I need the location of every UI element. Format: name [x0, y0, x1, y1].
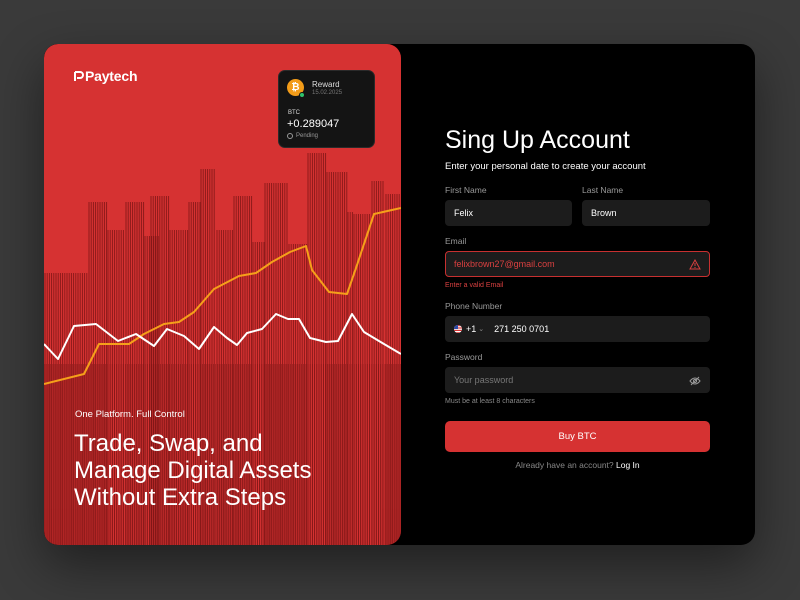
hero-headline-line: Manage Digital Assets — [74, 457, 312, 484]
hero-headline-line: Without Extra Steps — [74, 484, 287, 511]
email-error: Enter a valid Email — [445, 282, 504, 289]
signup-card: Paytech ₿ Reward 15.02.2025 BTC +0.28904… — [44, 44, 755, 545]
email-field[interactable]: felixbrown27@gmail.com — [445, 251, 710, 277]
brand-name: Paytech — [85, 68, 138, 84]
first-name-field[interactable]: Felix — [445, 200, 572, 226]
last-name-value: Brown — [591, 208, 617, 218]
reward-status-label: Pending — [296, 133, 319, 139]
last-name-field[interactable]: Brown — [582, 200, 710, 226]
us-flag-icon[interactable] — [454, 325, 462, 333]
password-placeholder: Your password — [454, 375, 514, 385]
reward-card: ₿ Reward 15.02.2025 BTC +0.289047 Pendin… — [278, 70, 375, 148]
phone-label: Phone Number — [445, 301, 503, 311]
reward-amount: +0.289047 — [287, 118, 340, 130]
hero-headline: Trade, Swap, and Manage Digital Assets W… — [74, 430, 394, 511]
clock-icon — [287, 133, 293, 139]
reward-date: 15.02.2025 — [312, 90, 343, 96]
email-value: felixbrown27@gmail.com — [454, 259, 555, 269]
country-code[interactable]: +1 — [466, 324, 476, 334]
phone-field[interactable]: +1 ⌄ 271 250 0701 — [445, 316, 710, 342]
eye-off-icon[interactable] — [689, 376, 701, 386]
logo-mark-icon — [74, 71, 84, 81]
reward-asset: BTC — [288, 110, 300, 116]
hero-panel: Paytech ₿ Reward 15.02.2025 BTC +0.28904… — [44, 44, 401, 545]
warning-icon — [689, 259, 701, 270]
brand-logo: Paytech — [74, 68, 137, 84]
last-name-label: Last Name — [582, 185, 624, 195]
form-subtitle: Enter your personal date to create your … — [445, 161, 646, 172]
chevron-down-icon[interactable]: ⌄ — [478, 325, 484, 333]
phone-value: 271 250 0701 — [494, 324, 550, 334]
hero-tagline: One Platform. Full Control — [75, 409, 185, 420]
password-label: Password — [445, 352, 483, 362]
signup-form: Sing Up Account Enter your personal date… — [445, 44, 755, 545]
password-hint: Must be at least 8 characters — [445, 398, 535, 405]
form-title: Sing Up Account — [445, 126, 630, 154]
signin-prompt-text: Already have an account? — [515, 460, 614, 470]
first-name-value: Felix — [454, 208, 474, 218]
reward-status: Pending — [287, 133, 318, 139]
reward-title: Reward — [312, 80, 340, 89]
email-label: Email — [445, 236, 467, 246]
signin-prompt: Already have an account? Log In — [445, 460, 710, 470]
password-field[interactable]: Your password — [445, 367, 710, 393]
login-link[interactable]: Log In — [616, 460, 640, 470]
buy-btc-button[interactable]: Buy BTC — [445, 421, 710, 452]
status-dot-icon — [299, 92, 305, 98]
hero-headline-line: Trade, Swap, and — [74, 430, 263, 457]
first-name-label: First Name — [445, 185, 487, 195]
